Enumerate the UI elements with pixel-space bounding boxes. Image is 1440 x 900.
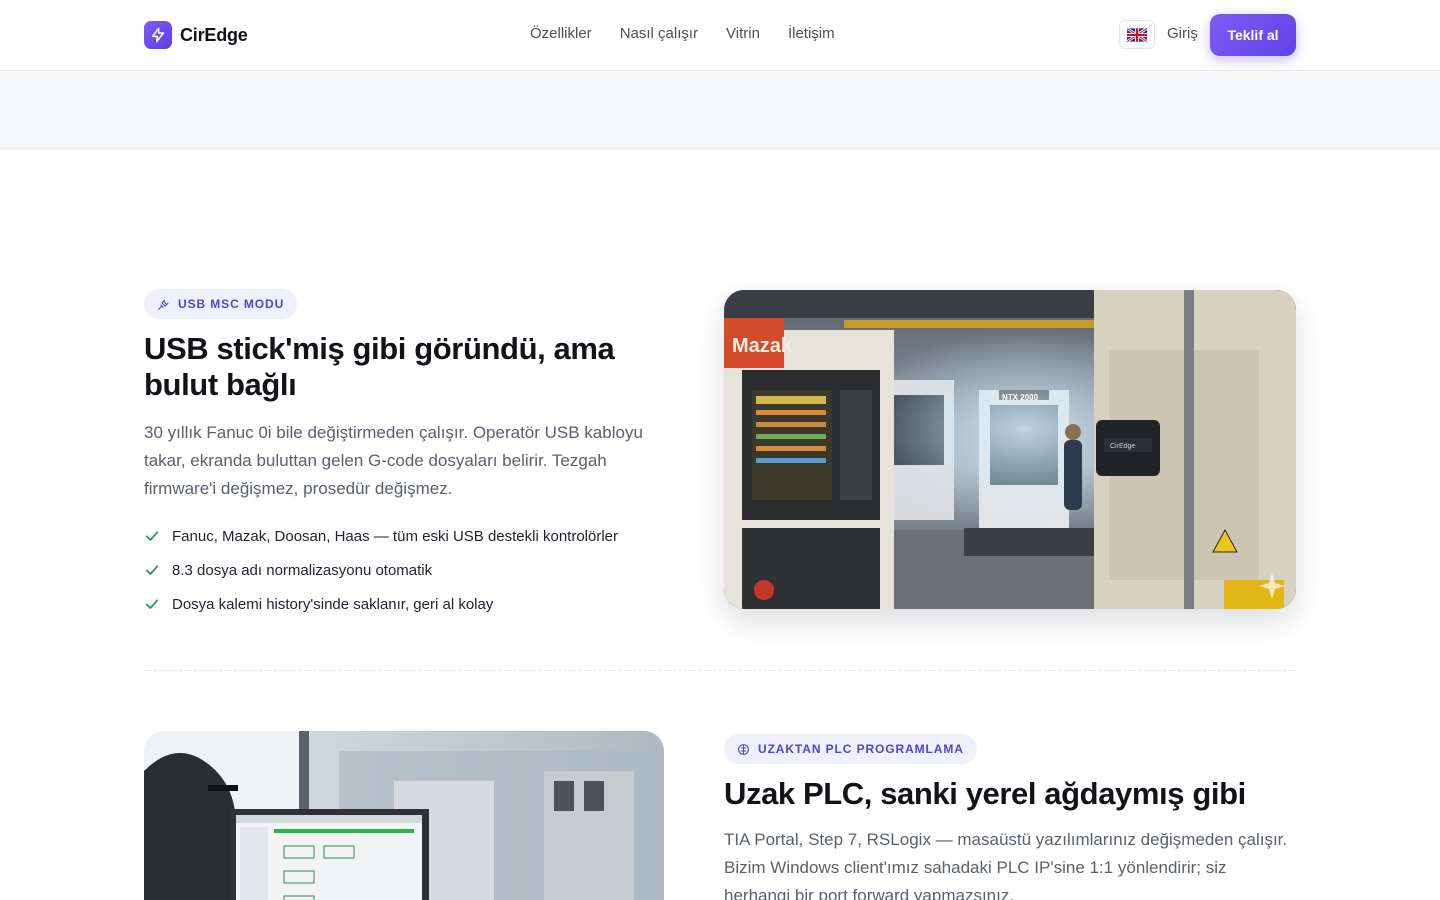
feature-title: Uzak PLC, sanki yerel ağdaymış gibi: [724, 776, 1246, 811]
check-icon: [145, 531, 159, 541]
feature-badge-label: UZAKTAN PLC PROGRAMLAMA: [758, 742, 964, 756]
feature-description: 30 yıllık Fanuc 0i bile değiştirmeden ça…: [144, 423, 643, 498]
lightning-icon: [144, 21, 172, 49]
main-nav: Özellikler Nasıl çalışır Vitrin İletişim: [530, 25, 835, 42]
hero-band: [0, 71, 1440, 149]
plc-engineer-image: [144, 731, 664, 900]
feature-badge: USB MSC MODU: [144, 289, 298, 319]
brand-name: CirEdge: [180, 24, 248, 45]
plug-icon: [158, 299, 169, 310]
bullet-text: Fanuc, Mazak, Doosan, Haas — tüm eski US…: [172, 527, 619, 545]
feature-description: TIA Portal, Step 7, RSLogix — masaüstü y…: [724, 830, 1288, 900]
feature-remote-plc: UZAKTAN PLC PROGRAMLAMA Uzak PLC, sanki …: [724, 734, 1296, 900]
nav-item-features[interactable]: Özellikler: [530, 25, 592, 42]
login-link[interactable]: Giriş: [1167, 25, 1198, 42]
feature-bullet-list: Fanuc, Mazak, Doosan, Haas — tüm eski US…: [144, 519, 664, 621]
brand-logo[interactable]: CirEdge: [144, 21, 248, 49]
bullet-text: 8.3 dosya adı normalizasyonu otomatik: [172, 561, 433, 579]
check-icon: [145, 565, 159, 575]
list-item: Dosya kalemi history'sinde saklanır, ger…: [144, 587, 664, 621]
factory-cnc-image: Mazak CirEdge NTX 2000: [724, 290, 1296, 609]
bullet-text: Dosya kalemi history'sinde saklanır, ger…: [172, 595, 494, 613]
svg-text:NTX 2000: NTX 2000: [1002, 393, 1039, 402]
get-quote-button[interactable]: Teklif al: [1210, 14, 1296, 56]
svg-text:CirEdge: CirEdge: [1110, 443, 1135, 450]
site-header: CirEdge Özellikler Nasıl çalışır Vitrin …: [0, 0, 1440, 71]
uk-flag-icon: [1127, 27, 1147, 42]
nav-item-how-it-works[interactable]: Nasıl çalışır: [620, 25, 698, 42]
feature-usb-msc: USB MSC MODU USB stick'miş gibi göründü,…: [144, 289, 664, 621]
language-switcher[interactable]: [1119, 20, 1155, 49]
check-icon: [145, 599, 159, 609]
network-icon: [738, 743, 749, 755]
feature-badge: UZAKTAN PLC PROGRAMLAMA: [724, 734, 977, 764]
nav-item-contact[interactable]: İletişim: [788, 25, 835, 42]
section-divider: [144, 670, 1296, 671]
list-item: 8.3 dosya adı normalizasyonu otomatik: [144, 553, 664, 587]
nav-item-showcase[interactable]: Vitrin: [726, 25, 760, 42]
feature-title: USB stick'miş gibi göründü, ama bulut ba…: [144, 331, 615, 402]
svg-text:Mazak: Mazak: [732, 335, 793, 357]
list-item: Fanuc, Mazak, Doosan, Haas — tüm eski US…: [144, 519, 664, 553]
feature-badge-label: USB MSC MODU: [178, 297, 285, 311]
